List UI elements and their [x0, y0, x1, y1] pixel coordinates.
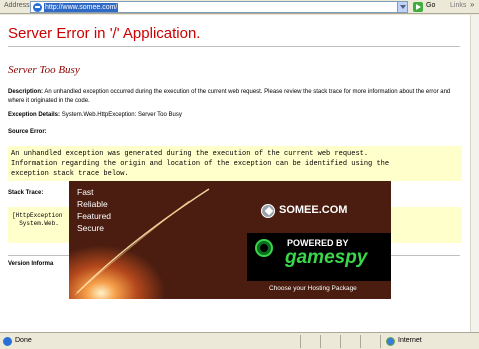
- go-button[interactable]: Go: [413, 1, 443, 13]
- hosting-ad-banner[interactable]: Fast Reliable Featured Secure SOMEE.COM …: [69, 181, 391, 299]
- divider: [8, 46, 460, 47]
- powered-by-gamespy-badge[interactable]: POWERED BY gamespy: [247, 233, 391, 281]
- ad-word: Secure: [77, 223, 104, 233]
- description: Description: An unhandled exception occu…: [8, 88, 463, 106]
- internet-zone-icon: [386, 337, 395, 346]
- status-bar: Done Internet: [0, 332, 479, 349]
- gamespy-icon: [255, 239, 273, 257]
- error-subtitle: Server Too Busy: [8, 64, 80, 76]
- go-label[interactable]: Go: [426, 2, 435, 9]
- address-dropdown-icon[interactable]: [397, 2, 407, 12]
- address-bar: Address http://www.somee.com/ Go Links »: [0, 0, 479, 14]
- version-info-label: Version Informa: [8, 261, 54, 267]
- status-divider: [380, 335, 381, 348]
- vertical-scrollbar[interactable]: [470, 15, 479, 332]
- address-input[interactable]: http://www.somee.com/: [30, 1, 408, 13]
- browser-window: Address http://www.somee.com/ Go Links »…: [0, 0, 479, 349]
- code-line: An unhandled exception was generated dur…: [11, 150, 369, 158]
- exception-text: System.Web.HttpException: Server Too Bus…: [61, 112, 182, 118]
- exception-details: Exception Details: System.Web.HttpExcept…: [8, 112, 182, 118]
- address-label: Address: [4, 2, 30, 9]
- gamespy-logo-text: gamespy: [285, 247, 368, 268]
- status-divider: [300, 335, 301, 348]
- ad-word: Featured: [77, 211, 112, 221]
- description-label: Description:: [8, 89, 44, 95]
- zone-text: Internet: [398, 337, 422, 344]
- choose-hosting-link[interactable]: Choose your Hosting Package: [269, 285, 357, 292]
- page-icon: [33, 3, 42, 12]
- links-button[interactable]: Links: [450, 2, 466, 9]
- description-text: An unhandled exception occurred during t…: [8, 89, 451, 104]
- ad-tagline-list: Fast Reliable Featured Secure: [77, 186, 111, 234]
- page-title: Server Error in '/' Application.: [8, 25, 201, 42]
- status-divider: [320, 335, 321, 348]
- chevron-right-icon[interactable]: »: [470, 0, 474, 9]
- status-divider: [360, 335, 361, 348]
- stack-trace-label: Stack Trace:: [8, 190, 44, 196]
- code-line: exception stack trace below.: [11, 170, 129, 178]
- source-error-label: Source Error:: [8, 129, 47, 135]
- somee-logo-text: SOMEE.COM: [279, 204, 348, 216]
- status-text: Done: [15, 337, 32, 344]
- page-done-icon: [3, 337, 12, 346]
- go-arrow-icon[interactable]: [413, 2, 423, 12]
- source-error-box: An unhandled exception was generated dur…: [8, 146, 462, 181]
- ad-word: Fast: [77, 187, 94, 197]
- address-url[interactable]: http://www.somee.com/: [44, 3, 119, 12]
- ad-word: Reliable: [77, 199, 108, 209]
- status-divider: [340, 335, 341, 348]
- exception-label: Exception Details:: [8, 112, 61, 118]
- code-line: Information regarding the origin and loc…: [11, 160, 390, 168]
- somee-logo-icon: [261, 204, 275, 218]
